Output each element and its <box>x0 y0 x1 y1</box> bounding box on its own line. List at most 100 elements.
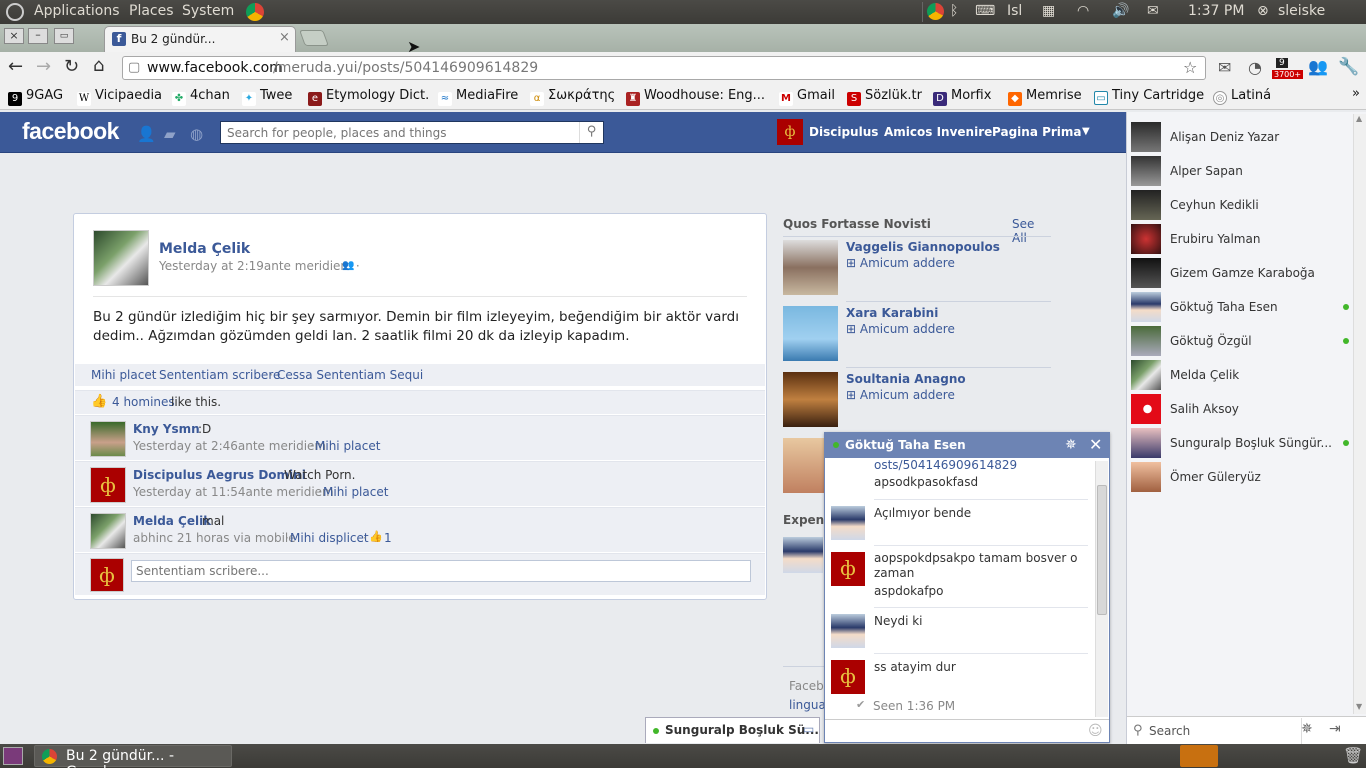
reload-icon[interactable]: ↻ <box>64 56 79 77</box>
search-box[interactable]: ⚲ <box>220 121 604 144</box>
bookmark-twee[interactable]: ✦ Twee <box>242 88 292 106</box>
profile-avatar[interactable]: ф <box>777 119 803 145</box>
bookmark-latina[interactable]: ◎ Latiná <box>1213 88 1271 105</box>
friend-row[interactable]: Göktuğ Özgül <box>1131 326 1357 356</box>
comment-author[interactable]: Discipulus Aegrus Domini <box>133 468 306 482</box>
mail-icon[interactable]: ✉ <box>1147 3 1159 19</box>
taskbar-window-button[interactable]: Bu 2 gündür... - Google... <box>34 745 232 768</box>
bookmark-tiny-cartridge[interactable]: ▭ Tiny Cartridge <box>1094 88 1204 105</box>
forward-icon[interactable]: → <box>36 56 51 77</box>
commenter-avatar[interactable] <box>90 421 126 457</box>
show-desktop-icon[interactable] <box>3 747 23 765</box>
bookmark-star-icon[interactable]: ☆ <box>1183 57 1197 79</box>
language-link[interactable]: lingua <box>789 698 826 712</box>
back-icon[interactable]: ← <box>8 56 23 77</box>
friend-row[interactable]: Sunguralp Boşluk Süngür... <box>1131 428 1357 458</box>
footer-text[interactable]: Faceb <box>789 679 824 693</box>
post-timestamp[interactable]: Yesterday at 2:19ante meridiem · <box>159 259 360 273</box>
trash-icon[interactable]: 🗑 <box>1343 746 1363 765</box>
bookmark-woodhouse[interactable]: ♜ Woodhouse: Eng... <box>626 88 765 106</box>
bluetooth-icon[interactable]: ᛒ <box>950 3 958 19</box>
address-bar[interactable]: ▢ www.facebook.com /meruda.yui/posts/504… <box>122 56 1206 80</box>
more-bookmarks-icon[interactable]: » <box>1352 86 1360 101</box>
audience-friends-icon[interactable]: 👥 <box>342 260 354 271</box>
applications-menu[interactable]: Applications <box>34 3 120 19</box>
search-input[interactable] <box>221 122 577 143</box>
see-all-link[interactable]: See All <box>1012 217 1053 245</box>
post-author-avatar[interactable] <box>93 230 149 286</box>
chat-messages[interactable]: osts/504146909614829 apsodkpasokfasd Açı… <box>825 458 1095 718</box>
suggestion-avatar[interactable] <box>783 372 838 427</box>
chat-options-icon[interactable]: ✵ <box>1301 721 1313 737</box>
comment-like-link[interactable]: Mihi placet <box>323 485 388 499</box>
workspace-switcher[interactable] <box>1180 745 1218 767</box>
friend-row[interactable]: Göktuğ Taha Esen <box>1131 292 1357 322</box>
maximize-window-icon[interactable]: ▭ <box>54 28 74 44</box>
close-window-icon[interactable]: × <box>4 28 24 44</box>
sidebar-scrollbar[interactable]: ▲ ▼ <box>1353 114 1366 714</box>
add-friend-link[interactable]: ⊞ Amicum addere <box>846 322 955 336</box>
volume-icon[interactable]: 🔊 <box>1112 3 1129 19</box>
tab-active[interactable]: f Bu 2 gündür... × <box>104 26 296 52</box>
wrench-menu-icon[interactable]: 🔧 <box>1338 57 1359 77</box>
comment-like-count[interactable]: 1 <box>384 531 392 545</box>
emoticon-icon[interactable]: ☺ <box>1088 723 1103 739</box>
system-menu[interactable]: System <box>182 3 234 19</box>
chat-scrollbar[interactable] <box>1095 461 1108 717</box>
home-icon[interactable]: ⌂ <box>93 55 104 76</box>
scroll-up-icon[interactable]: ▲ <box>1356 114 1362 123</box>
clock[interactable]: 1:37 PM <box>1188 3 1244 19</box>
comment-link[interactable]: Sententiam scribere <box>159 368 280 382</box>
chrome-tray-icon[interactable] <box>927 3 944 20</box>
suggestion-avatar[interactable] <box>783 240 838 295</box>
minimize-window-icon[interactable]: – <box>28 28 48 44</box>
likes-count-link[interactable]: 4 homines <box>112 395 175 409</box>
suggestion-name[interactable]: Vaggelis Giannopoulos <box>846 240 1000 254</box>
notifications-globe-icon[interactable]: ◍ <box>190 125 203 143</box>
bookmark-memrise[interactable]: ◆ Memrise <box>1008 88 1082 106</box>
session-icon[interactable]: ⊗ <box>1257 3 1269 19</box>
bookmark-etymology[interactable]: e Etymology Dict. <box>308 88 429 106</box>
chat-scrollbar-thumb[interactable] <box>1097 485 1107 615</box>
account-dropdown-icon[interactable]: ▼ <box>1082 126 1090 137</box>
chat-header[interactable]: Göktuğ Taha Esen ✵ ✕ <box>825 433 1109 458</box>
keyboard-icon[interactable]: ⌨ <box>975 3 995 19</box>
sidebar-search[interactable]: Search <box>1149 724 1190 738</box>
bookmark-sozluk[interactable]: S Sözlük.tr <box>847 88 922 106</box>
wifi-icon[interactable]: ◠ <box>1077 3 1089 19</box>
add-friend-link[interactable]: ⊞ Amicum addere <box>846 388 955 402</box>
user-name[interactable]: sleiske <box>1278 3 1325 19</box>
bookmark-sokratis[interactable]: α Σωκράτης <box>530 88 615 106</box>
minimized-chat-tab[interactable]: Sunguralp Boşluk Sü... ▭ <box>645 717 820 743</box>
friend-row[interactable]: Ceyhun Kedikli <box>1131 190 1357 220</box>
chat-input[interactable] <box>825 720 1087 742</box>
comment-time[interactable]: Yesterday at 11:54ante meridiem <box>133 485 334 499</box>
scroll-down-icon[interactable]: ▼ <box>1356 702 1362 711</box>
friend-row[interactable]: Alper Sapan <box>1131 156 1357 186</box>
bookmark-vicipaedia[interactable]: W Vicipaedia <box>77 88 162 106</box>
friend-requests-icon[interactable]: 👤 <box>137 125 156 143</box>
comment-author[interactable]: Melda Çelik <box>133 514 211 528</box>
rss-icon[interactable]: ◔ <box>1248 58 1262 77</box>
bookmark-9gag[interactable]: 9 9GAG <box>8 88 63 106</box>
bookmark-gmail[interactable]: M Gmail <box>779 88 835 106</box>
minimized-chat-name[interactable]: Sunguralp Boşluk Sü... <box>665 723 819 737</box>
facebook-logo[interactable]: facebook <box>22 118 119 145</box>
chat-close-icon[interactable]: ✕ <box>1089 435 1102 454</box>
bookmark-morfix[interactable]: D Morfix <box>933 88 991 106</box>
comment-time[interactable]: abhinc 21 horas via mobile <box>133 531 296 545</box>
friend-row[interactable]: Melda Çelik <box>1131 360 1357 390</box>
friend-row[interactable]: Alişan Deniz Yazar <box>1131 122 1357 152</box>
nav-profile[interactable]: Discipulus <box>809 125 878 139</box>
suggestion-name[interactable]: Soultania Anagno <box>846 372 966 386</box>
suggestion-avatar[interactable] <box>783 438 825 493</box>
comment-unlike-link[interactable]: Mihi displicet <box>290 531 369 545</box>
comment-like-count-icon[interactable]: 👍 <box>369 530 383 543</box>
commenter-avatar[interactable]: ф <box>90 467 126 503</box>
comment-time[interactable]: Yesterday at 2:46ante meridiem <box>133 439 326 453</box>
like-link[interactable]: Mihi placet <box>91 368 156 382</box>
search-icon[interactable]: ⚲ <box>579 122 603 143</box>
new-tab-button[interactable] <box>299 30 329 46</box>
ad-avatar[interactable] <box>783 537 823 573</box>
gmail-checker-icon[interactable]: ✉ <box>1218 58 1231 77</box>
